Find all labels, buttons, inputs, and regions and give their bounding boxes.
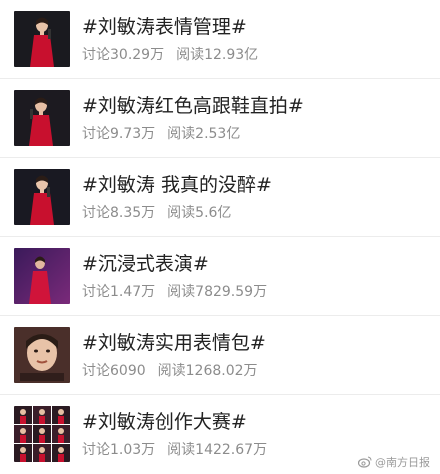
topic-stats: 讨论9.73万 阅读2.53亿 [82,125,240,143]
discuss-count: 讨论9.73万 [82,126,156,142]
topic-title[interactable]: #沉浸式表演# [82,252,209,276]
topic-item-2[interactable]: #刘敏涛红色高跟鞋直拍# 讨论9.73万 阅读2.53亿 [0,79,440,158]
read-count: 阅读1422.67万 [167,442,268,458]
topic-title[interactable]: #刘敏涛红色高跟鞋直拍# [82,94,304,118]
topic-stats: 讨论1.03万 阅读1422.67万 [82,441,267,459]
read-count: 阅读1268.02万 [157,363,258,379]
topic-title[interactable]: #刘敏涛表情管理# [82,15,247,39]
woman-red-dress-singing-thumbnail[interactable] [14,11,70,67]
topic-stats: 讨论6090 阅读1268.02万 [82,362,258,380]
read-count: 阅读5.6亿 [167,205,232,221]
woman-red-dress-singing-thumbnail[interactable] [14,169,70,225]
topic-title[interactable]: #刘敏涛实用表情包# [82,331,266,355]
woman-red-dress-singing-thumbnail[interactable] [14,90,70,146]
discuss-count: 讨论6090 [82,363,146,379]
topic-stats: 讨论30.29万 阅读12.93亿 [82,46,258,64]
discuss-count: 讨论1.03万 [82,442,156,458]
collage-thumbnail[interactable] [14,406,70,462]
face-closeup-thumbnail[interactable] [14,327,70,383]
discuss-count: 讨论8.35万 [82,205,156,221]
topic-stats: 讨论8.35万 阅读5.6亿 [82,204,231,222]
read-count: 阅读12.93亿 [176,47,259,63]
topic-item-4[interactable]: #沉浸式表演# 讨论1.47万 阅读7829.59万 [0,237,440,316]
watermark-text: @南方日报 [375,456,430,469]
watermark: @南方日报 [358,454,430,470]
discuss-count: 讨论30.29万 [82,47,165,63]
woman-red-dress-stage-thumbnail[interactable] [14,248,70,304]
topic-item-5[interactable]: #刘敏涛实用表情包# 讨论6090 阅读1268.02万 [0,316,440,395]
read-count: 阅读7829.59万 [167,284,268,300]
topic-list: #刘敏涛表情管理# 讨论30.29万 阅读12.93亿 #刘敏涛红色高跟鞋直拍# … [0,0,440,474]
discuss-count: 讨论1.47万 [82,284,156,300]
topic-title[interactable]: #刘敏涛创作大赛# [82,410,247,434]
topic-item-1[interactable]: #刘敏涛表情管理# 讨论30.29万 阅读12.93亿 [0,0,440,79]
read-count: 阅读2.53亿 [167,126,241,142]
topic-item-3[interactable]: #刘敏涛 我真的没醉# 讨论8.35万 阅读5.6亿 [0,158,440,237]
weibo-logo-icon [358,456,372,468]
topic-title[interactable]: #刘敏涛 我真的没醉# [82,173,272,197]
topic-stats: 讨论1.47万 阅读7829.59万 [82,283,267,301]
